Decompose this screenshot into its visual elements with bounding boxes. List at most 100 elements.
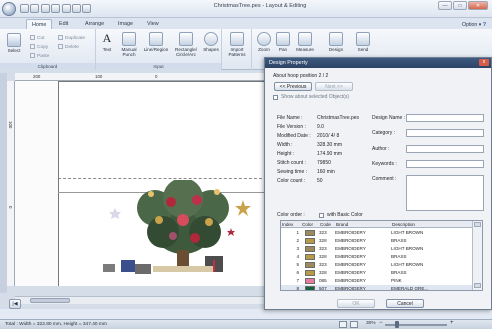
color-table-scrollbar[interactable] bbox=[472, 221, 482, 290]
table-row[interactable]: 1 323 EMBROIDERY LIGHT BROWN bbox=[281, 229, 477, 237]
manual-punch-button[interactable]: Manual Punch bbox=[118, 32, 140, 57]
next-button[interactable]: Next >> bbox=[315, 82, 353, 91]
fit-page-icon[interactable] bbox=[339, 321, 347, 328]
actual-size-icon[interactable] bbox=[350, 321, 358, 328]
ok-button[interactable]: OK bbox=[337, 299, 375, 308]
column-header-description[interactable]: Description bbox=[391, 221, 477, 228]
horizontal-scrollbar-thumb[interactable] bbox=[30, 298, 70, 303]
window-title: ChristmasTree.pes - Layout & Editing bbox=[213, 3, 307, 9]
left-tool-strip bbox=[0, 73, 7, 293]
star-ornament bbox=[227, 228, 235, 236]
clipboard-group: Select Cut Copy Paste Duplicate Delete C… bbox=[0, 29, 96, 70]
tab-arrange[interactable]: Arrange bbox=[80, 19, 109, 29]
redo-icon[interactable] bbox=[71, 4, 81, 13]
send-label: Send bbox=[357, 47, 369, 52]
cell-brand: EMBROIDERY bbox=[335, 286, 366, 291]
input-group: A Text Manual Punch Line/Region Rectangl… bbox=[96, 29, 222, 70]
previous-button[interactable]: << Previous bbox=[274, 82, 312, 91]
table-row[interactable]: 5 323 EMBROIDERY LIGHT BROWN bbox=[281, 261, 477, 269]
zoom-out-icon[interactable]: − bbox=[379, 320, 383, 326]
zoom-slider-knob[interactable] bbox=[395, 321, 399, 328]
author-field[interactable] bbox=[406, 145, 484, 153]
design-button[interactable]: Design bbox=[324, 32, 348, 52]
import-patterns-button[interactable]: Import Patterns bbox=[224, 32, 250, 57]
basic-color-checkbox[interactable] bbox=[319, 213, 324, 218]
height-label: Height : bbox=[277, 151, 295, 157]
measure-button[interactable]: Measure bbox=[293, 32, 317, 52]
tab-edit[interactable]: Edit bbox=[54, 19, 73, 29]
tab-image[interactable]: Image bbox=[113, 19, 138, 29]
copy-button[interactable]: Copy bbox=[30, 44, 48, 50]
quick-access-toolbar bbox=[20, 4, 92, 15]
column-header-brand[interactable]: Brand bbox=[335, 221, 391, 228]
tab-home[interactable]: Home bbox=[26, 19, 53, 29]
star-ornament bbox=[109, 208, 121, 219]
cell-description: BRASS bbox=[391, 254, 407, 259]
line-region-button[interactable]: Line/Region bbox=[143, 32, 169, 52]
application-menu-button[interactable] bbox=[2, 2, 16, 16]
column-header-index[interactable]: Index bbox=[281, 221, 301, 228]
pan-button[interactable]: Pan bbox=[274, 32, 292, 52]
stitch-count-value: 79850 bbox=[317, 160, 331, 166]
send-button[interactable]: Send bbox=[352, 32, 374, 52]
save-icon[interactable] bbox=[40, 4, 50, 13]
table-row[interactable]: 7 085 EMBROIDERY PINK bbox=[281, 277, 477, 285]
ruler-icon bbox=[298, 32, 312, 46]
table-row[interactable]: 8 507 EMBROIDERY EMERALD GRE... bbox=[281, 285, 477, 291]
table-row[interactable]: 3 323 EMBROIDERY LIGHT BROWN bbox=[281, 245, 477, 253]
zoom-level: 30% bbox=[366, 321, 376, 326]
send-icon bbox=[356, 32, 370, 46]
print-icon[interactable] bbox=[51, 4, 61, 13]
color-order-table[interactable]: Index Color Code Brand Description 1 323 E… bbox=[280, 220, 483, 291]
select-button[interactable]: Select bbox=[4, 33, 24, 53]
horizontal-ruler: 200 100 0 bbox=[15, 73, 267, 81]
undo-icon[interactable] bbox=[61, 4, 71, 13]
ruler-mark: 0 bbox=[8, 206, 13, 209]
show-selected-label: Show about selected Object(s) bbox=[281, 94, 350, 100]
cell-description: PINK bbox=[391, 278, 402, 283]
text-button[interactable]: A Text bbox=[98, 32, 116, 53]
help-icon[interactable]: ? bbox=[483, 22, 486, 28]
table-row[interactable]: 2 328 EMBROIDERY BRASS bbox=[281, 237, 477, 245]
keywords-field[interactable] bbox=[406, 160, 484, 168]
copy-label: Copy bbox=[37, 44, 49, 50]
scroll-down-icon[interactable] bbox=[474, 283, 481, 288]
tab-view[interactable]: View bbox=[142, 19, 164, 29]
table-row[interactable]: 6 328 EMBROIDERY BRASS bbox=[281, 269, 477, 277]
design-name-field[interactable] bbox=[406, 114, 484, 122]
cut-button[interactable]: Cut bbox=[30, 35, 44, 41]
christmas-tree-design[interactable] bbox=[93, 180, 273, 290]
category-label: Category : bbox=[372, 130, 396, 136]
rectangle-circle-arc-button[interactable]: Rectangle/ Circle/Arc bbox=[172, 32, 200, 57]
hoop-position-label: About hoop position 2 / 2 bbox=[273, 73, 329, 79]
maximize-icon[interactable]: □ bbox=[453, 1, 467, 10]
duplicate-button[interactable]: Duplicate bbox=[58, 35, 85, 41]
cell-index: 4 bbox=[296, 254, 299, 259]
minimize-icon[interactable]: — bbox=[438, 1, 452, 10]
scroll-up-icon[interactable] bbox=[474, 222, 481, 227]
zoom-in-icon[interactable]: + bbox=[450, 320, 454, 326]
open-icon[interactable] bbox=[30, 4, 40, 13]
show-selected-checkbox[interactable] bbox=[273, 95, 278, 100]
cancel-button[interactable]: Cancel bbox=[386, 299, 424, 308]
table-row[interactable]: 4 328 EMBROIDERY BRASS bbox=[281, 253, 477, 261]
first-page-icon[interactable]: |◀ bbox=[9, 299, 21, 309]
color-swatch bbox=[305, 246, 315, 252]
zoom-button[interactable]: Zoom bbox=[255, 32, 273, 52]
paste-button[interactable]: Paste bbox=[30, 53, 49, 59]
column-header-color[interactable]: Color bbox=[301, 221, 319, 228]
customize-toolbar-icon[interactable] bbox=[82, 4, 92, 13]
cell-index: 5 bbox=[296, 262, 299, 267]
shapes-button[interactable]: Shapes bbox=[202, 32, 220, 52]
cell-code: 323 bbox=[319, 230, 327, 235]
delete-button[interactable]: Delete bbox=[58, 44, 79, 50]
select-label: Select bbox=[7, 48, 21, 53]
option-menu[interactable]: Option ▾ ? bbox=[462, 22, 486, 28]
close-icon[interactable]: x bbox=[479, 59, 489, 66]
new-icon[interactable] bbox=[20, 4, 29, 13]
manual-punch-label: Manual Punch bbox=[121, 47, 137, 57]
column-header-code[interactable]: Code bbox=[319, 221, 335, 228]
category-field[interactable] bbox=[406, 129, 484, 137]
comment-field[interactable] bbox=[406, 175, 484, 211]
close-icon[interactable]: ✕ bbox=[468, 1, 488, 10]
